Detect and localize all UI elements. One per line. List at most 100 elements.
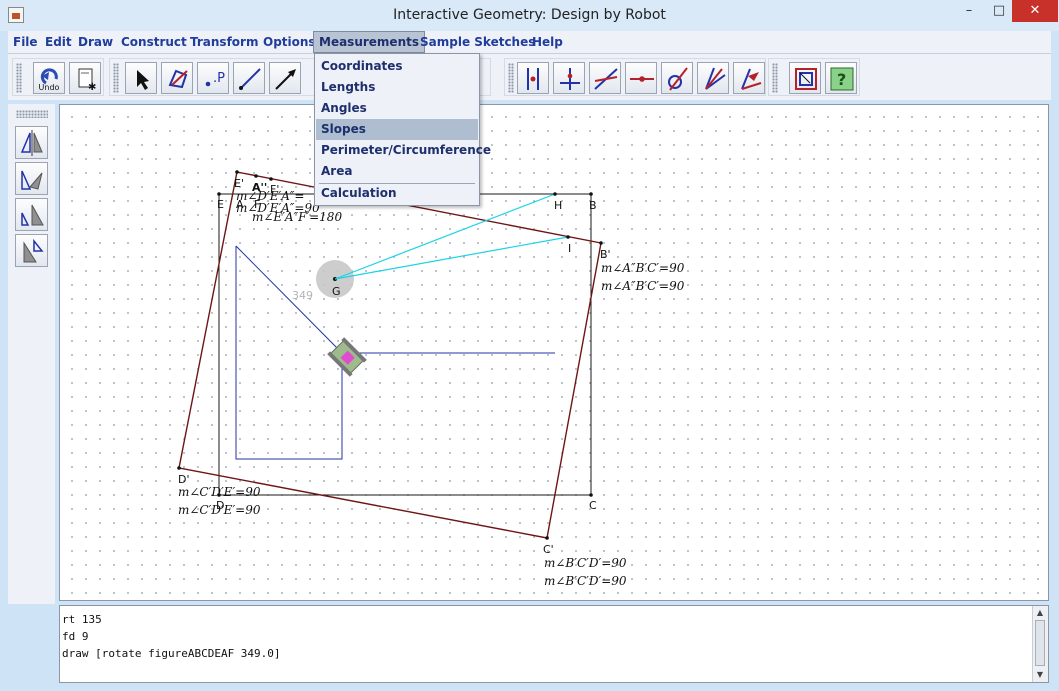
translate-icon: [23, 238, 44, 263]
menu-item-coordinates[interactable]: Coordinates: [316, 56, 478, 77]
menu-construct[interactable]: Construct: [116, 31, 192, 53]
menu-item-angles[interactable]: Angles: [316, 98, 478, 119]
menu-item-area[interactable]: Area: [316, 161, 478, 182]
help-button[interactable]: ?: [825, 62, 857, 94]
scroll-down-icon[interactable]: ▼: [1035, 670, 1045, 680]
reset-view-icon: [795, 68, 817, 90]
help-icon: ?: [830, 67, 854, 91]
close-button[interactable]: ✕: [1012, 0, 1058, 22]
angle-bisector-button[interactable]: [661, 62, 693, 94]
reflect-button[interactable]: [15, 126, 48, 159]
midpoint-icon: [630, 76, 654, 82]
select-button[interactable]: [125, 62, 157, 94]
menu-draw[interactable]: Draw: [73, 31, 118, 53]
menu-sample-sketches[interactable]: Sample Sketches: [415, 31, 540, 53]
toolbar-grip[interactable]: [113, 63, 119, 93]
toolbar-grip[interactable]: [508, 63, 514, 93]
minimize-button[interactable]: –: [955, 0, 983, 22]
vector-icon: [741, 68, 762, 90]
polygon-button[interactable]: [161, 62, 193, 94]
measurement-d-prime-1: m∠C′D′E′=90: [178, 485, 261, 499]
perpendicular-icon: [527, 68, 539, 90]
toolbar: Undo ✱ .P ?: [8, 54, 1051, 100]
measurement-b-prime-1: m∠A″B′C′=90: [601, 261, 685, 275]
label-i: I: [568, 242, 572, 255]
reset-view-button[interactable]: [789, 62, 821, 94]
measurement-d-prime-2: m∠C′D′E′=90: [178, 503, 261, 517]
parallel-button[interactable]: [589, 62, 621, 94]
geometry-drawing[interactable]: [60, 105, 1048, 600]
measurements-dropdown: Coordinates Lengths Angles Slopes Perime…: [314, 53, 491, 206]
console-line: draw [rotate figureABCDEAF 349.0]: [62, 647, 281, 660]
menu-measurements[interactable]: Measurements: [313, 31, 425, 53]
measurement-c-prime-1: m∠B′C′D′=90: [544, 556, 627, 570]
new-sketch-icon: ✱: [78, 68, 96, 93]
angle-icon: [705, 67, 726, 90]
translate-button[interactable]: [15, 234, 48, 267]
window-title: Interactive Geometry: Design by Robot: [393, 7, 666, 23]
console-line: rt 135: [62, 613, 102, 626]
dilate-button[interactable]: [15, 198, 48, 231]
dilate-icon: [21, 204, 44, 226]
toolbar-group-edit: Undo ✱: [12, 58, 104, 96]
point-label: .P: [213, 71, 225, 86]
label-h: H: [554, 199, 563, 212]
toolbar-group-view: ?: [768, 58, 860, 96]
menu-transform[interactable]: Transform: [185, 31, 263, 53]
polygon-icon: [168, 69, 188, 89]
menu-item-slopes[interactable]: Slopes: [316, 119, 478, 140]
turtle-robot[interactable]: [327, 337, 367, 377]
label-c: C: [589, 499, 597, 512]
angle-bisector-icon: [668, 67, 688, 91]
menu-edit[interactable]: Edit: [40, 31, 77, 53]
measurement-b-prime-2: m∠A″B′C′=90: [601, 279, 685, 293]
scroll-thumb[interactable]: [1035, 620, 1045, 666]
menu-item-calculation[interactable]: Calculation: [316, 183, 478, 204]
title-bar: Interactive Geometry: Design by Robot – …: [0, 0, 1059, 31]
toolbar-grip[interactable]: [772, 63, 778, 93]
rotated-figure[interactable]: [178, 171, 602, 539]
menu-bar: File Edit Draw Construct Transform Optio…: [8, 31, 1051, 54]
toolbar-grip[interactable]: [16, 63, 22, 93]
segment-button[interactable]: [233, 62, 265, 94]
ray-icon: [275, 69, 296, 90]
sidebar-grip[interactable]: [16, 110, 48, 118]
parallel-icon: [594, 68, 618, 90]
menu-help[interactable]: Help: [527, 31, 568, 53]
vector-button[interactable]: [733, 62, 765, 94]
menu-options[interactable]: Options: [258, 31, 321, 53]
menu-file[interactable]: File: [8, 31, 43, 53]
console-scrollbar[interactable]: ▲ ▼: [1032, 606, 1048, 682]
label-b: B: [589, 199, 597, 212]
ray-gi[interactable]: [334, 236, 569, 280]
measurement-e-prime-3: m∠E′A″F′=180: [252, 210, 343, 224]
svg-text:?: ?: [837, 70, 846, 89]
rotate-button[interactable]: [15, 162, 48, 195]
rotate-icon: [21, 170, 43, 190]
command-console[interactable]: rt 135 fd 9 draw [rotate figureABCDEAF 3…: [59, 605, 1049, 683]
label-b-prime: B': [600, 248, 611, 261]
new-sketch-button[interactable]: ✱: [69, 62, 101, 94]
svg-text:✱: ✱: [88, 82, 96, 93]
menu-item-perimeter[interactable]: Perimeter/Circumference: [316, 140, 491, 161]
point-button[interactable]: .P: [197, 62, 229, 94]
perpendicular-bisector-icon: [560, 68, 580, 90]
angle-button[interactable]: [697, 62, 729, 94]
console-line: fd 9: [62, 630, 89, 643]
label-e: E: [217, 198, 224, 211]
original-figure[interactable]: [218, 193, 592, 496]
perpendicular-bisector-button[interactable]: [553, 62, 585, 94]
menu-item-lengths[interactable]: Lengths: [316, 77, 478, 98]
sketch-canvas[interactable]: E' A'' F' E A F H B I B' G 349 D' D C C'…: [59, 104, 1049, 601]
maximize-button[interactable]: □: [985, 0, 1013, 22]
ray-gh[interactable]: [334, 193, 556, 280]
midpoint-button[interactable]: [625, 62, 657, 94]
reflect-icon: [20, 130, 43, 156]
perpendicular-button[interactable]: [517, 62, 549, 94]
segment-icon: [239, 68, 261, 90]
ray-button[interactable]: [269, 62, 301, 94]
undo-label: Undo: [38, 83, 60, 92]
undo-button[interactable]: Undo: [33, 62, 65, 94]
scroll-up-icon[interactable]: ▲: [1035, 608, 1045, 618]
toolbar-group-construct: [504, 58, 766, 96]
